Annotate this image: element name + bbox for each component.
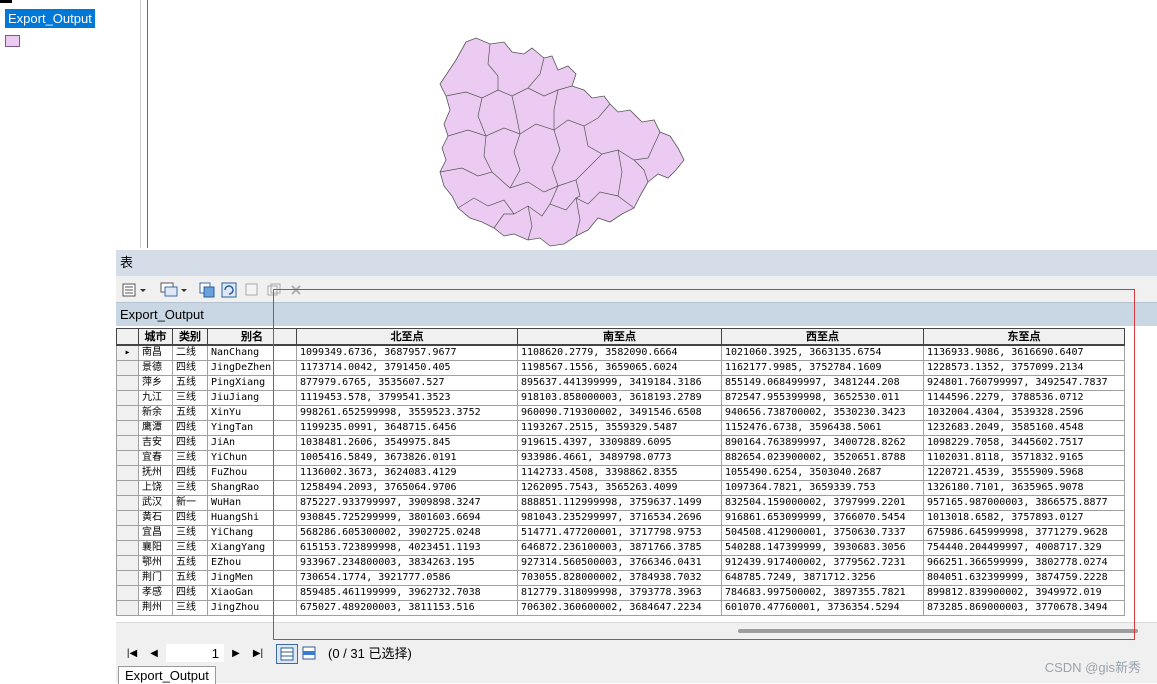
row-selector[interactable]	[116, 435, 139, 451]
row-selector[interactable]: ▸	[116, 344, 139, 361]
table-tab-name: Export_Output	[120, 307, 204, 322]
table-cell[interactable]: 鄂州	[138, 555, 173, 571]
table-cell[interactable]: 吉安	[138, 435, 173, 451]
toc-splitter[interactable]	[140, 0, 141, 248]
row-selector[interactable]	[116, 480, 139, 496]
table-cell[interactable]: 四线	[172, 420, 208, 436]
table-cell[interactable]: 二线	[172, 344, 208, 361]
table-cell[interactable]: 孝感	[138, 585, 173, 601]
last-record-button[interactable]: ▶|	[250, 646, 266, 662]
table-cell[interactable]: 萍乡	[138, 375, 173, 391]
table-cell[interactable]: 南昌	[138, 344, 173, 361]
previous-record-button[interactable]: ◀	[146, 646, 162, 662]
table-cell[interactable]: 新一	[172, 495, 208, 511]
row-selector[interactable]	[116, 570, 139, 586]
show-all-records-icon	[280, 647, 294, 661]
table-of-contents: Export_Output	[0, 0, 140, 248]
row-selector[interactable]	[116, 495, 139, 511]
next-record-button[interactable]: ▶	[228, 646, 244, 662]
row-selector[interactable]	[116, 555, 139, 571]
row-selector[interactable]	[116, 510, 139, 526]
table-cell[interactable]: 宜昌	[138, 525, 173, 541]
table-cell[interactable]: 四线	[172, 510, 208, 526]
table-cell[interactable]: 荆州	[138, 600, 173, 616]
table-cell[interactable]: 五线	[172, 375, 208, 391]
row-selector[interactable]	[116, 420, 139, 436]
map-view[interactable]	[147, 0, 1157, 248]
table-cell[interactable]: 武汉	[138, 495, 173, 511]
first-record-icon: |◀	[126, 648, 138, 659]
current-row-arrow-icon: ▸	[124, 347, 131, 358]
watermark-text: CSDN @gis新秀	[1044, 660, 1141, 675]
toc-layer-name[interactable]: Export_Output	[5, 9, 95, 28]
first-record-button[interactable]: |◀	[124, 646, 140, 662]
table-cell[interactable]: 三线	[172, 480, 208, 496]
table-cell[interactable]: 五线	[172, 570, 208, 586]
row-selector[interactable]	[116, 375, 139, 391]
table-cell[interactable]: 三线	[172, 600, 208, 616]
table-cell[interactable]: 荆门	[138, 570, 173, 586]
table-options-button[interactable]	[122, 281, 148, 299]
clear-selection-button[interactable]	[244, 281, 260, 299]
related-tables-icon	[160, 282, 187, 297]
toc-header-fragment	[0, 0, 12, 3]
table-cell[interactable]: 九江	[138, 390, 173, 406]
table-cell[interactable]: 宜春	[138, 450, 173, 466]
map-canvas	[439, 37, 685, 247]
table-cell[interactable]: 四线	[172, 465, 208, 481]
show-selected-records-button[interactable]	[300, 646, 318, 662]
switch-selection-button[interactable]	[220, 281, 238, 299]
row-selector[interactable]	[116, 585, 139, 601]
layer-symbol-swatch[interactable]	[5, 35, 20, 47]
row-selector[interactable]	[116, 405, 139, 421]
table-options-icon	[122, 283, 146, 297]
clear-selection-icon	[245, 283, 258, 296]
show-all-records-button[interactable]	[276, 644, 298, 664]
table-window-title: 表	[120, 255, 134, 270]
next-record-icon: ▶	[232, 648, 240, 659]
table-cell[interactable]: 五线	[172, 405, 208, 421]
column-header[interactable]: 城市	[138, 328, 173, 346]
table-cell[interactable]: 黄石	[138, 510, 173, 526]
show-selected-records-icon	[302, 646, 316, 660]
switch-selection-icon	[221, 282, 237, 298]
row-selector[interactable]	[116, 540, 139, 556]
last-record-icon: ▶|	[252, 648, 264, 659]
polygon-layer	[439, 37, 685, 247]
table-cell[interactable]: 三线	[172, 540, 208, 556]
table-cell[interactable]: 三线	[172, 525, 208, 541]
table-navigation-bar: |◀ ◀ 1 ▶ ▶| (0 / 31 已选择)	[116, 642, 1157, 666]
row-selector-header[interactable]	[116, 328, 139, 346]
table-cell[interactable]: 襄阳	[138, 540, 173, 556]
row-selector[interactable]	[116, 450, 139, 466]
table-cell[interactable]: 景德	[138, 360, 173, 376]
table-window-title-bar[interactable]: 表	[116, 250, 1157, 276]
table-cell[interactable]: 四线	[172, 585, 208, 601]
row-selector[interactable]	[116, 600, 139, 616]
annotation-highlight-box	[273, 289, 1135, 640]
row-selector[interactable]	[116, 360, 139, 376]
table-cell[interactable]: 新余	[138, 405, 173, 421]
table-cell[interactable]: 四线	[172, 360, 208, 376]
column-header[interactable]: 类别	[172, 328, 208, 346]
table-cell[interactable]: 抚州	[138, 465, 173, 481]
previous-record-icon: ◀	[150, 648, 158, 659]
bottom-table-tab[interactable]: Export_Output	[118, 666, 216, 684]
related-tables-button[interactable]	[160, 281, 188, 299]
row-selector[interactable]	[116, 390, 139, 406]
table-cell[interactable]: 鹰潭	[138, 420, 173, 436]
select-by-attributes-button[interactable]	[198, 281, 216, 299]
table-cell[interactable]: 三线	[172, 390, 208, 406]
region-outline	[439, 37, 685, 247]
table-cell[interactable]: 三线	[172, 450, 208, 466]
select-by-attributes-icon	[199, 282, 215, 298]
table-cell[interactable]: 五线	[172, 555, 208, 571]
row-selector[interactable]	[116, 525, 139, 541]
current-record-input[interactable]: 1	[166, 644, 224, 662]
table-cell[interactable]: 上饶	[138, 480, 173, 496]
selection-status: (0 / 31 已选择)	[328, 646, 412, 661]
table-cell[interactable]: 四线	[172, 435, 208, 451]
row-selector[interactable]	[116, 465, 139, 481]
